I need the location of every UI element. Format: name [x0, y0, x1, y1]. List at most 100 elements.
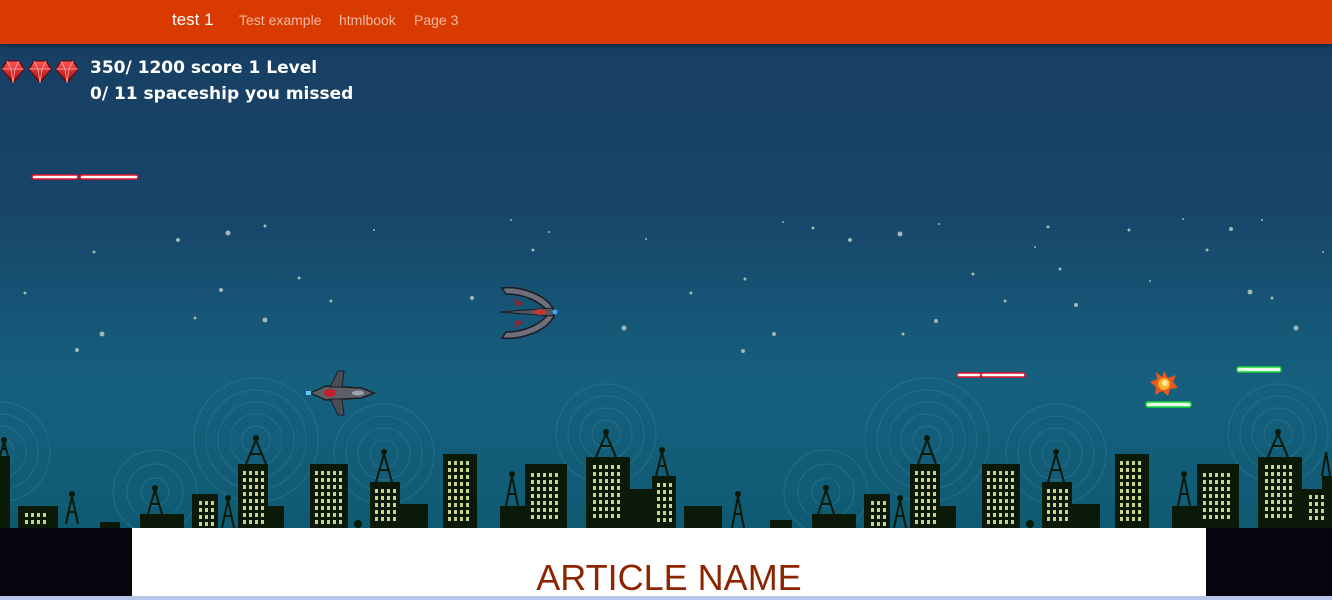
- building-window: [537, 480, 540, 484]
- building-window: [315, 506, 318, 510]
- building-window: [1321, 502, 1324, 506]
- building-window: [199, 522, 202, 526]
- building-window: [531, 515, 534, 519]
- building-window: [387, 517, 390, 521]
- game-canvas[interactable]: 350/ 1200 score 1 Level 0/ 11 spaceship …: [0, 44, 1332, 528]
- building-window: [617, 479, 620, 483]
- building-window: [1005, 492, 1008, 496]
- building-window: [1315, 516, 1318, 520]
- building-window: [1047, 489, 1050, 493]
- navbar-brand[interactable]: test 1: [172, 10, 214, 30]
- building-window: [1277, 507, 1280, 511]
- building-window: [669, 483, 672, 487]
- building-window: [1221, 480, 1224, 484]
- building-window: [1126, 489, 1129, 493]
- building-window: [1309, 516, 1312, 520]
- building-window: [339, 478, 342, 482]
- building-window: [1289, 486, 1292, 490]
- building-window: [877, 501, 880, 505]
- building-window: [321, 485, 324, 489]
- building-window: [387, 510, 390, 514]
- building-window: [1289, 507, 1292, 511]
- building-window: [333, 485, 336, 489]
- building-window: [999, 513, 1002, 517]
- building-window: [915, 478, 918, 482]
- building-window: [1265, 486, 1268, 490]
- building-window: [393, 510, 396, 514]
- building-window: [617, 514, 620, 518]
- building-window: [663, 490, 666, 494]
- building-window: [393, 489, 396, 493]
- building-window: [1221, 515, 1224, 519]
- building-window: [993, 506, 996, 510]
- building-window: [211, 515, 214, 519]
- building-window: [315, 485, 318, 489]
- building-window: [555, 473, 558, 477]
- building-window: [249, 513, 252, 517]
- building-window: [249, 471, 252, 475]
- building-window: [1203, 487, 1206, 491]
- building-window: [448, 461, 451, 465]
- building-window: [1011, 506, 1014, 510]
- building-window: [1126, 482, 1129, 486]
- building-window: [1120, 468, 1123, 472]
- building-window: [1227, 473, 1230, 477]
- building-window: [611, 486, 614, 490]
- building-window: [531, 494, 534, 498]
- building-window: [933, 485, 936, 489]
- building-window: [1059, 489, 1062, 493]
- building-window: [1132, 482, 1135, 486]
- building-window: [1283, 493, 1286, 497]
- building-window: [466, 489, 469, 493]
- building-window: [321, 513, 324, 517]
- building-window: [1203, 480, 1206, 484]
- building-window: [1277, 479, 1280, 483]
- building-window: [1265, 514, 1268, 518]
- building-window: [327, 471, 330, 475]
- building-window: [1053, 503, 1056, 507]
- building-window: [593, 465, 596, 469]
- building-window: [1011, 513, 1014, 517]
- building-window: [1126, 517, 1129, 521]
- building-window: [261, 471, 264, 475]
- building-window: [999, 492, 1002, 496]
- building-window: [1289, 493, 1292, 497]
- building-window: [454, 517, 457, 521]
- building-window: [1277, 500, 1280, 504]
- building-window: [1005, 485, 1008, 489]
- building-window: [1227, 508, 1230, 512]
- nav-link-page-3[interactable]: Page 3: [414, 12, 458, 28]
- building-window: [999, 471, 1002, 475]
- building-window: [1227, 480, 1230, 484]
- building-window: [1011, 478, 1014, 482]
- building-window: [1138, 482, 1141, 486]
- building-window: [531, 501, 534, 505]
- building-window: [339, 520, 342, 524]
- building-window: [1283, 479, 1286, 483]
- building-window: [243, 492, 246, 496]
- building-window: [617, 493, 620, 497]
- building-window: [877, 522, 880, 526]
- building-window: [1120, 510, 1123, 514]
- building-window: [927, 499, 930, 503]
- building-window: [537, 487, 540, 491]
- building-window: [1277, 472, 1280, 476]
- nav-link-htmlbook[interactable]: htmlbook: [339, 12, 396, 28]
- building-window: [555, 515, 558, 519]
- building-window: [315, 492, 318, 496]
- building-window: [1215, 487, 1218, 491]
- building-window: [605, 486, 608, 490]
- building-window: [1126, 503, 1129, 507]
- building-window: [321, 471, 324, 475]
- building-window: [315, 471, 318, 475]
- nav-link-test-example[interactable]: Test example: [239, 12, 321, 28]
- building-window: [448, 510, 451, 514]
- building-window: [448, 468, 451, 472]
- enemy-laser-shots: [31, 174, 1026, 378]
- building-window: [1265, 465, 1268, 469]
- building-window: [375, 489, 378, 493]
- building-window: [333, 478, 336, 482]
- building-window: [555, 508, 558, 512]
- building-window: [987, 485, 990, 489]
- building-window: [1138, 468, 1141, 472]
